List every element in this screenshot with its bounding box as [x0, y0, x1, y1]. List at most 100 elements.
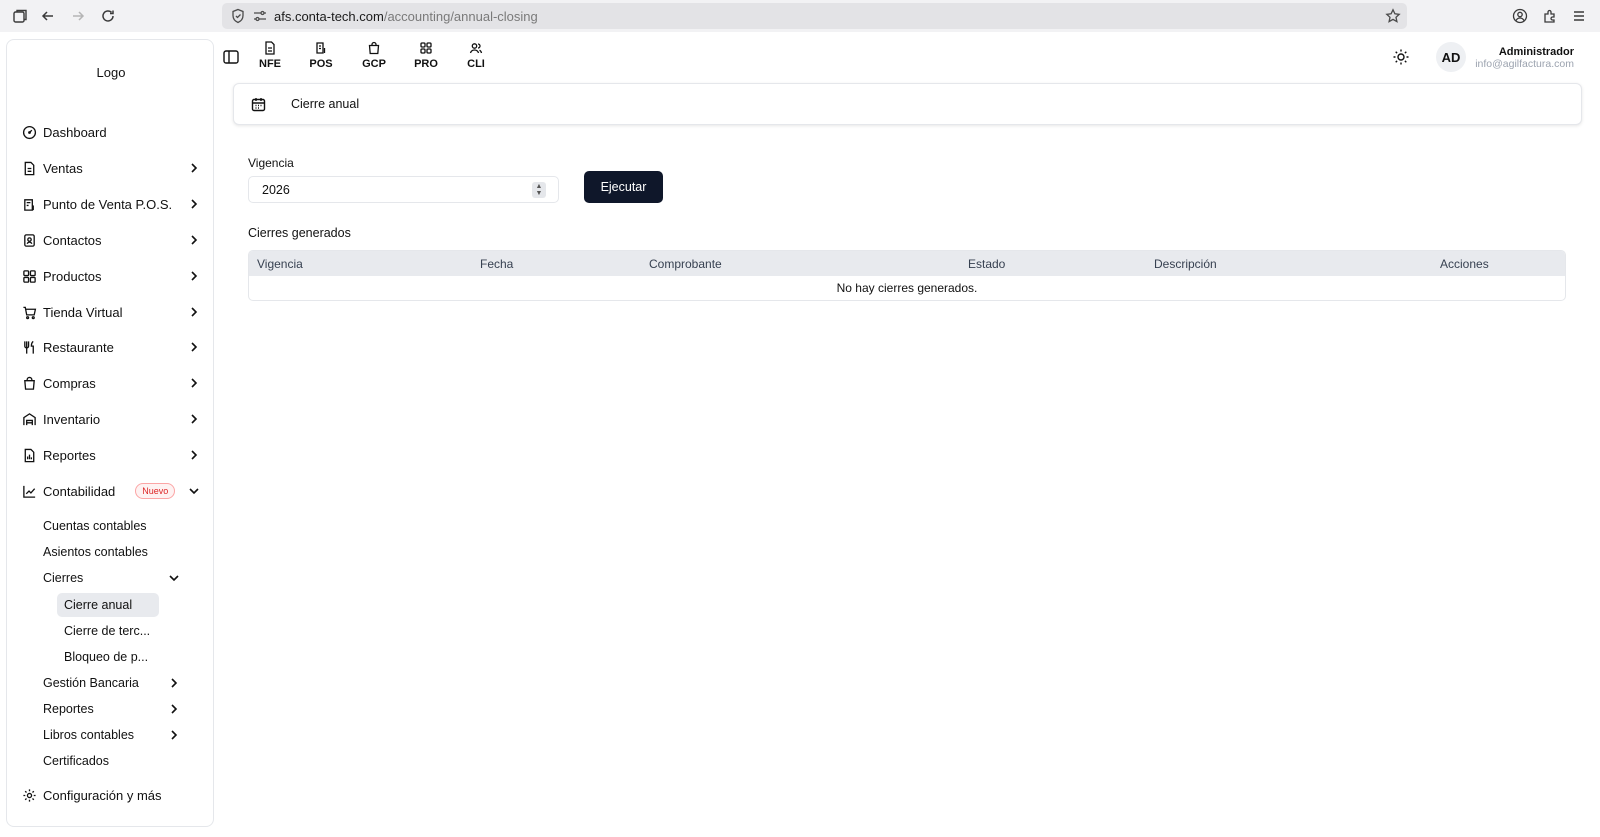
shield-icon[interactable]	[230, 8, 246, 24]
sidebar-item-contabilidad[interactable]: Contabilidad Nuevo	[21, 480, 207, 502]
sidebar-item-tienda-virtual[interactable]: Tienda Virtual	[21, 301, 207, 323]
chevron-right-icon	[191, 342, 198, 352]
sidebar-item-label: Productos	[43, 268, 102, 284]
sidebar-item-reportes[interactable]: Reportes	[21, 444, 207, 466]
column-header-vigencia: Vigencia	[257, 257, 303, 271]
user-name: Administrador	[1498, 46, 1574, 58]
empty-state-message: No hay cierres generados.	[836, 281, 978, 295]
chevron-right-icon	[171, 678, 178, 688]
users-icon	[469, 43, 483, 54]
new-badge: Nuevo	[135, 483, 176, 499]
chart-icon	[21, 483, 37, 499]
chevron-right-icon	[191, 235, 198, 245]
cart-icon	[21, 304, 37, 320]
vigencia-value: 2026	[262, 183, 290, 197]
tab-gcp[interactable]: GCP	[354, 41, 394, 73]
number-stepper-icon[interactable]: ▲ ▼	[532, 182, 546, 198]
sidebar-subitem-cierre-anual[interactable]: Cierre anual	[57, 593, 159, 617]
chevron-right-icon	[191, 378, 198, 388]
sidebar-item-label: Tienda Virtual	[43, 304, 123, 320]
sidebar-subitem-label: Reportes	[43, 702, 94, 716]
menu-icon[interactable]	[1569, 6, 1589, 26]
sidebar-item-label: Contactos	[43, 232, 102, 248]
column-header-descripcion: Descripción	[1154, 257, 1217, 271]
tab-pos[interactable]: POS	[301, 41, 341, 73]
sidebar-item-dashboard[interactable]: Dashboard	[21, 121, 207, 143]
sidebar: Logo Dashboard Ventas Punto de Venta P.O…	[6, 39, 214, 827]
sidebar-subitem-cierre-terceros[interactable]: Cierre de terc...	[57, 619, 159, 643]
permissions-icon[interactable]	[252, 8, 268, 24]
back-icon[interactable]	[38, 6, 58, 26]
execute-button[interactable]: Ejecutar	[584, 171, 663, 203]
sidebar-subitem-reportes[interactable]: Reportes	[43, 698, 181, 720]
sidebar-item-label: Configuración y más	[43, 787, 162, 803]
sidebar-item-inventario[interactable]: Inventario	[21, 408, 207, 430]
column-header-acciones: Acciones	[1440, 257, 1489, 271]
sidebar-subitem-libros-contables[interactable]: Libros contables	[43, 724, 181, 746]
avatar[interactable]: AD	[1436, 42, 1466, 72]
sidebar-item-ventas[interactable]: Ventas	[21, 157, 207, 179]
table-header: Vigencia Fecha Comprobante Estado Descri…	[249, 251, 1565, 276]
chevron-down-icon	[189, 488, 199, 495]
reload-icon[interactable]	[98, 6, 118, 26]
sidebar-subitem-label: Libros contables	[43, 728, 135, 742]
sidebar-item-restaurante[interactable]: Restaurante	[21, 336, 207, 358]
chevron-right-icon	[191, 271, 198, 281]
page-title: Cierre anual	[291, 97, 360, 111]
sidebar-item-label: Compras	[43, 375, 96, 391]
sidebar-subitem-bloqueo[interactable]: Bloqueo de p...	[57, 645, 159, 669]
grid-icon	[420, 42, 432, 54]
sidebar-item-label: Ventas	[43, 160, 83, 176]
shopping-bag-icon	[368, 41, 380, 55]
sidebar-item-label: Dashboard	[43, 124, 107, 140]
user-email: info@agilfactura.com	[1475, 58, 1574, 70]
chevron-down-icon	[169, 575, 179, 582]
contacts-icon	[21, 232, 37, 248]
grid-icon	[21, 268, 37, 284]
url-bar[interactable]: afs.conta-tech.com/accounting/annual-clo…	[222, 3, 1407, 29]
url-text: afs.conta-tech.com/accounting/annual-clo…	[274, 9, 538, 24]
bookmark-star-icon[interactable]	[1385, 8, 1401, 24]
report-icon	[21, 447, 37, 463]
sidebar-item-label: Reportes	[43, 447, 96, 463]
sun-icon[interactable]	[1392, 48, 1410, 66]
app-page: Logo Dashboard Ventas Punto de Venta P.O…	[0, 32, 1600, 837]
tab-nfe[interactable]: NFE	[250, 41, 290, 73]
vigencia-input[interactable]: 2026 ▲ ▼	[248, 176, 559, 203]
sidebar-subitem-label: Cierres	[43, 571, 84, 585]
sidebar-item-compras[interactable]: Compras	[21, 372, 207, 394]
utensils-icon	[21, 339, 37, 355]
sidebar-item-contactos[interactable]: Contactos	[21, 229, 207, 251]
forward-icon[interactable]	[68, 6, 88, 26]
sidebar-tabs-icon[interactable]	[10, 6, 30, 26]
sidebar-item-label: Restaurante	[43, 339, 114, 355]
browser-toolbar: afs.conta-tech.com/accounting/annual-clo…	[0, 0, 1600, 32]
sidebar-item-label: Punto de Venta P.O.S.	[43, 196, 173, 212]
tab-cli[interactable]: CLI	[456, 41, 496, 73]
tab-pro[interactable]: PRO	[406, 41, 446, 73]
gauge-icon	[21, 124, 37, 140]
sidebar-subitem-label: Gestión Bancaria	[43, 676, 139, 690]
sidebar-subitem-cierres[interactable]: Cierres	[43, 567, 181, 589]
vigencia-label: Vigencia	[248, 156, 294, 170]
sidebar-item-label: Contabilidad	[43, 483, 116, 499]
sidebar-toggle-icon[interactable]	[222, 48, 240, 66]
shopping-bag-icon	[21, 375, 37, 391]
pos-icon	[21, 196, 37, 212]
sidebar-subitem-certificados[interactable]: Certificados	[43, 750, 181, 772]
chevron-right-icon	[191, 307, 198, 317]
section-title: Cierres generados	[248, 226, 351, 240]
page-header-card: Cierre anual	[233, 83, 1582, 125]
sidebar-item-configuracion[interactable]: Configuración y más	[21, 784, 207, 806]
chevron-right-icon	[191, 199, 198, 209]
extensions-icon[interactable]	[1540, 6, 1560, 26]
account-icon[interactable]	[1510, 6, 1530, 26]
sidebar-subitem-asientos-contables[interactable]: Asientos contables	[43, 541, 181, 563]
sidebar-subitem-cuentas-contables[interactable]: Cuentas contables	[43, 515, 181, 537]
calendar-icon	[251, 98, 266, 112]
sidebar-item-productos[interactable]: Productos	[21, 265, 207, 287]
chevron-right-icon	[171, 730, 178, 740]
sidebar-subitem-gestion-bancaria[interactable]: Gestión Bancaria	[43, 672, 181, 694]
sidebar-item-pos[interactable]: Punto de Venta P.O.S.	[21, 193, 207, 215]
chevron-right-icon	[191, 450, 198, 460]
